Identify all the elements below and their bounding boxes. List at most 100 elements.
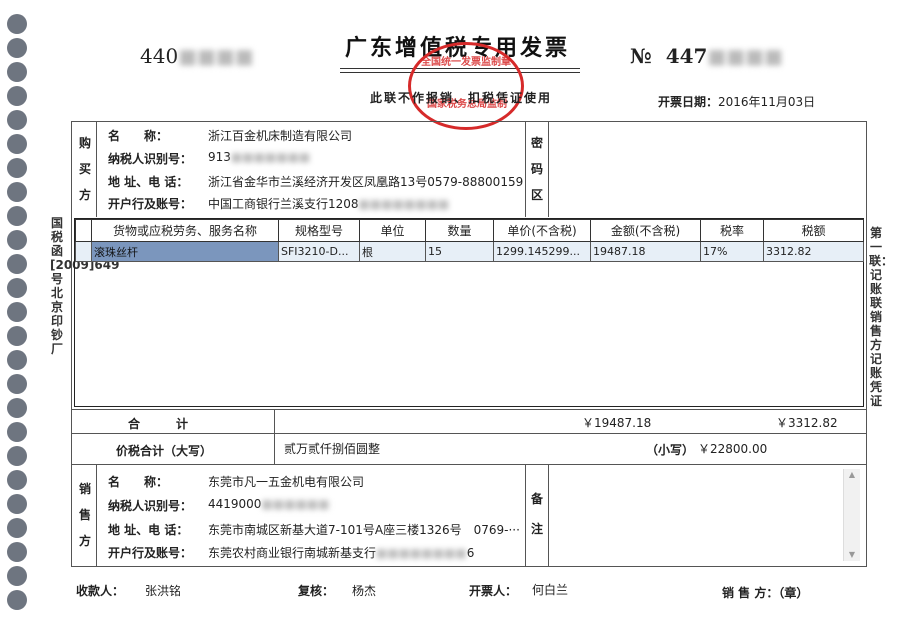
binder-hole bbox=[7, 350, 27, 370]
issue-date: 开票日期：2016年11月03日 bbox=[658, 93, 815, 110]
binder-hole bbox=[7, 446, 27, 466]
buyer-name: 浙江百金机床制造有限公司 bbox=[208, 129, 353, 143]
binder-hole bbox=[7, 422, 27, 442]
buyer-divider bbox=[96, 121, 97, 217]
seller-bank-label: 开户行及账号： bbox=[108, 546, 193, 560]
grand-total-small: ￥22800.00 bbox=[698, 442, 768, 456]
binder-hole bbox=[7, 470, 27, 490]
total-tax: ￥3312.82 bbox=[776, 416, 838, 430]
buyer-tax-label: 纳税人识别号： bbox=[108, 152, 193, 166]
seller-tax-id: 4419000■■■■■■ bbox=[208, 497, 329, 511]
seller-tax-id-masked: ■■■■■■ bbox=[261, 497, 330, 511]
invoice-code: 440■■■■ bbox=[140, 44, 254, 68]
seal-text-top: 全国统一发票监制章 bbox=[421, 57, 511, 68]
col-header-amount: 金额(不含税) bbox=[590, 219, 701, 242]
drawer-label: 开票人： bbox=[469, 584, 518, 598]
buyer-tax-id: 913■■■■■■■ bbox=[208, 150, 310, 164]
cell-unit[interactable]: 根 bbox=[359, 241, 426, 262]
col-header-rate: 税率 bbox=[700, 219, 764, 242]
seller-bank: 东莞农村商业银行南城新基支行■■■■■■■■6 bbox=[208, 544, 474, 561]
table-row[interactable]: 滚珠丝杆 SFI3210-D... 根 15 1299.145299... 19… bbox=[75, 241, 864, 262]
cell-tax[interactable]: 3312.82 bbox=[763, 241, 864, 262]
remark-divider-right bbox=[548, 464, 549, 567]
buyer-addr-label: 地 址、电 话： bbox=[108, 175, 189, 189]
cipher-divider-left bbox=[525, 121, 526, 217]
col-header-unit: 单位 bbox=[359, 219, 426, 242]
binder-hole bbox=[7, 206, 27, 226]
right-side-note: 第一联：记账联 销售方记账凭证 bbox=[869, 226, 894, 408]
issue-date-value: 2016年11月03日 bbox=[718, 95, 816, 109]
reviewer-label: 复核： bbox=[298, 584, 335, 598]
cell-spec[interactable]: SFI3210-D... bbox=[278, 241, 360, 262]
scroll-up-arrow-icon[interactable]: ▲ bbox=[844, 469, 860, 481]
seller-bank-text: 东莞农村商业银行南城新基支行 bbox=[208, 546, 377, 560]
cell-qty[interactable]: 15 bbox=[425, 241, 494, 262]
buyer-tax-id-text: 913 bbox=[208, 150, 231, 164]
binder-hole bbox=[7, 542, 27, 562]
cipher-divider-right bbox=[548, 121, 549, 217]
binder-hole bbox=[7, 14, 27, 34]
buyer-bank: 中国工商银行兰溪支行1208■■■■■■■■ bbox=[208, 195, 449, 212]
binder-hole bbox=[7, 398, 27, 418]
cell-rate[interactable]: 17% bbox=[700, 241, 764, 262]
total-amount: ￥19487.18 bbox=[582, 416, 652, 430]
cell-goods[interactable]: 滚珠丝杆 bbox=[91, 241, 279, 262]
payee-name: 张洪铭 bbox=[145, 584, 182, 598]
drawer-name: 何白兰 bbox=[532, 583, 569, 597]
binder-hole bbox=[7, 158, 27, 178]
totals-divider bbox=[274, 409, 275, 464]
seller-tax-label: 纳税人识别号： bbox=[108, 499, 193, 513]
row-indicator[interactable] bbox=[75, 241, 92, 262]
binder-hole bbox=[7, 566, 27, 586]
seller-section-label: 销售方 bbox=[78, 482, 91, 548]
col-header-price: 单价(不含税) bbox=[493, 219, 591, 242]
items-area: 货物或应税劳务、服务名称 规格型号 单位 数量 单价(不含税) 金额(不含税) … bbox=[74, 218, 864, 407]
cell-amount[interactable]: 19487.18 bbox=[590, 241, 701, 262]
buyer-section-label: 购买方 bbox=[78, 136, 91, 202]
invoice-number: № 447■■■■ bbox=[630, 44, 783, 68]
binder-hole bbox=[7, 230, 27, 250]
binder-hole bbox=[7, 110, 27, 130]
binder-hole bbox=[7, 326, 27, 346]
binder-hole bbox=[7, 182, 27, 202]
binder-hole bbox=[7, 86, 27, 106]
total-label: 合 计 bbox=[128, 417, 189, 431]
reviewer-name: 杨杰 bbox=[352, 584, 377, 598]
issue-date-label: 开票日期： bbox=[658, 95, 719, 109]
col-header-qty: 数量 bbox=[425, 219, 494, 242]
number-symbol: № bbox=[630, 44, 652, 68]
col-header-goods: 货物或应税劳务、服务名称 bbox=[91, 219, 279, 242]
remark-scrollbar[interactable]: ▲ ▼ bbox=[843, 469, 860, 561]
invoice-code-masked: ■■■■ bbox=[178, 44, 254, 68]
buyer-bank-label: 开户行及账号： bbox=[108, 197, 193, 211]
items-table: 货物或应税劳务、服务名称 规格型号 单位 数量 单价(不含税) 金额(不含税) … bbox=[75, 219, 864, 262]
buyer-name-label: 名 称： bbox=[108, 129, 169, 143]
buyer-tax-id-masked: ■■■■■■■ bbox=[230, 150, 311, 164]
cell-price[interactable]: 1299.145299... bbox=[493, 241, 591, 262]
invoice-code-prefix: 440 bbox=[140, 44, 179, 68]
seller-tax-id-text: 4419000 bbox=[208, 497, 262, 511]
seller-top-line bbox=[71, 464, 867, 465]
binder-hole bbox=[7, 134, 27, 154]
binder-hole bbox=[7, 302, 27, 322]
binder-hole bbox=[7, 62, 27, 82]
seller-bank-tail: 6 bbox=[466, 546, 475, 560]
grand-total-chinese: 贰万贰仟捌佰圆整 bbox=[284, 442, 381, 456]
binder-hole bbox=[7, 38, 27, 58]
remark-textarea[interactable] bbox=[550, 466, 861, 563]
col-header-spec: 规格型号 bbox=[278, 219, 360, 242]
invoice-number-masked: ■■■■ bbox=[707, 44, 784, 68]
seller-address: 东莞市南城区新基大道7-101号A座三楼1326号 0769-··· bbox=[208, 523, 520, 537]
binder-hole bbox=[7, 518, 27, 538]
invoice-subtitle: 此联不作报销、扣税凭证使用 bbox=[370, 91, 553, 105]
seller-name-label: 名 称： bbox=[108, 475, 169, 489]
invoice-number-prefix: 447 bbox=[665, 44, 708, 68]
totals-mid-line bbox=[71, 433, 867, 434]
buyer-bank-masked: ■■■■■■■■ bbox=[358, 197, 450, 211]
seller-bank-masked: ■■■■■■■■ bbox=[376, 546, 467, 560]
grand-total-label: 价税合计（大写） bbox=[116, 444, 213, 458]
totals-top-line bbox=[71, 409, 867, 410]
remark-label: 备注 bbox=[530, 492, 543, 536]
scroll-down-arrow-icon[interactable]: ▼ bbox=[844, 549, 860, 561]
col-header-tax: 税额 bbox=[763, 219, 864, 242]
